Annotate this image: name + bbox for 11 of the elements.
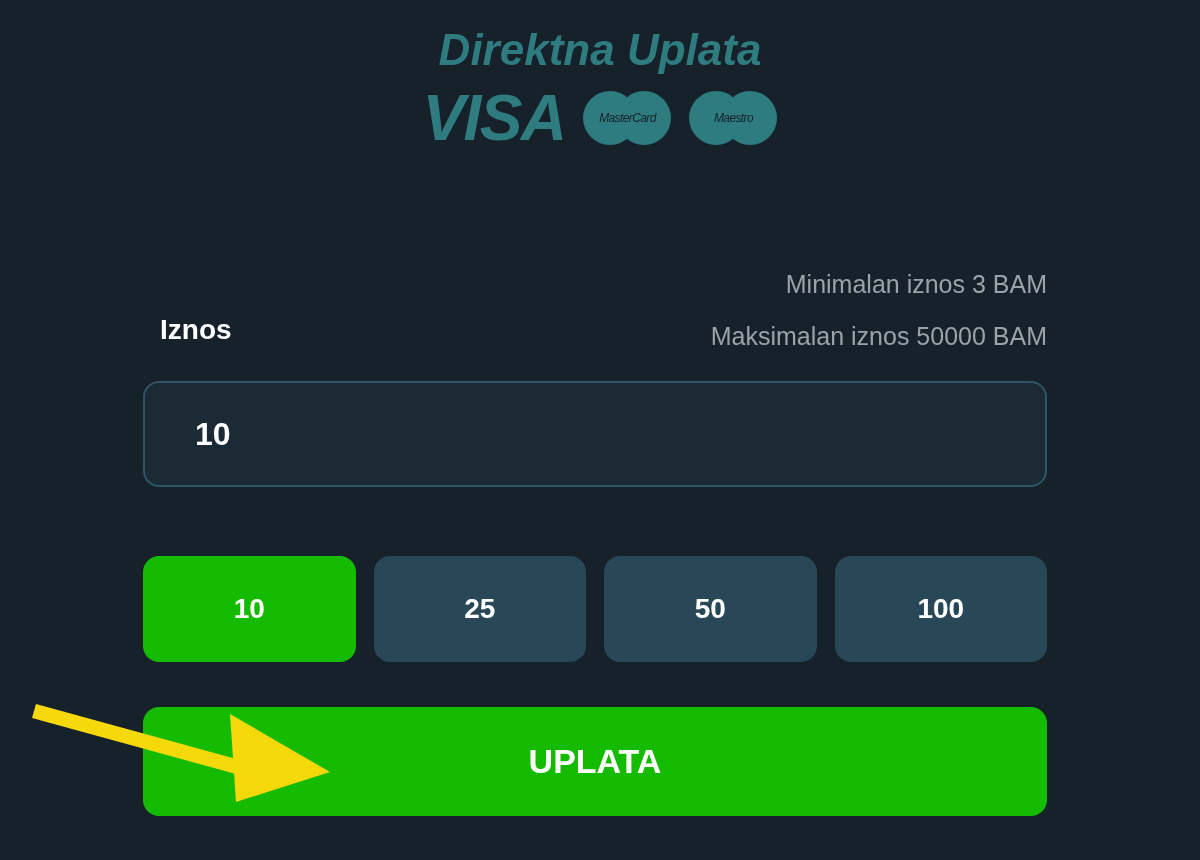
card-logo: Maestro (689, 91, 778, 145)
amount-field[interactable]: 10 (143, 381, 1047, 487)
amount-label: Iznos (160, 313, 232, 347)
amount-preset[interactable]: 100 (834, 556, 1047, 662)
amount-preset[interactable]: 25 (373, 556, 586, 662)
amount-preset[interactable]: 50 (604, 556, 817, 662)
visa-logo: VISA (422, 86, 566, 150)
minimum-amount-text: Minimalan iznos 3 BAM (785, 269, 1047, 300)
page-title: Direktna Uplata (438, 28, 762, 72)
card-logo: MasterCard (583, 91, 672, 145)
maximum-amount-text: Maksimalan iznos 50000 BAM (710, 320, 1047, 352)
